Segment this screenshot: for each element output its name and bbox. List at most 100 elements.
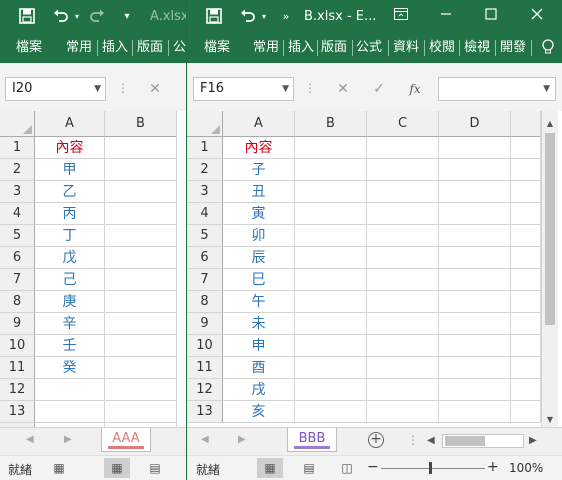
column-header[interactable]: B	[105, 111, 177, 137]
cell[interactable]	[367, 379, 439, 401]
column-header[interactable]	[511, 111, 541, 137]
select-all-corner[interactable]	[0, 111, 35, 137]
row-header[interactable]: 9	[187, 313, 223, 335]
tab-view[interactable]: 檢視	[464, 39, 490, 57]
chevron-down-icon[interactable]: ▾	[72, 8, 82, 26]
cell[interactable]: 內容	[35, 137, 105, 159]
cell[interactable]: 酉	[223, 357, 295, 379]
row-header[interactable]: 6	[0, 247, 35, 269]
row-header[interactable]: 1	[187, 137, 223, 159]
cell[interactable]	[439, 379, 511, 401]
row-header[interactable]: 3	[0, 181, 35, 203]
cell[interactable]: 丁	[35, 225, 105, 247]
close-icon[interactable]	[526, 8, 548, 26]
cell[interactable]	[105, 225, 177, 247]
cell[interactable]	[367, 357, 439, 379]
cell[interactable]	[105, 291, 177, 313]
row-header[interactable]: 10	[187, 335, 223, 357]
cell[interactable]: 卯	[223, 225, 295, 247]
cell[interactable]: 丑	[223, 181, 295, 203]
row-header[interactable]: 13	[187, 401, 223, 423]
save-icon[interactable]	[16, 8, 38, 26]
macro-record-icon[interactable]: ▦	[46, 458, 72, 478]
cell[interactable]	[295, 181, 367, 203]
cell[interactable]: 癸	[35, 357, 105, 379]
cell[interactable]	[105, 159, 177, 181]
cell[interactable]	[105, 401, 177, 423]
cell[interactable]	[511, 181, 541, 203]
tab-formulas[interactable]: 公式	[356, 39, 382, 57]
sheet-prev-icon[interactable]: ◀	[201, 434, 209, 445]
undo-icon[interactable]	[50, 8, 72, 26]
cell[interactable]: 內容	[223, 137, 295, 159]
cell[interactable]	[367, 225, 439, 247]
cell[interactable]: 庚	[35, 291, 105, 313]
tab-home[interactable]: 常用	[253, 39, 279, 57]
cell[interactable]	[511, 203, 541, 225]
cell[interactable]	[295, 291, 367, 313]
chevron-down-icon[interactable]: ▾	[259, 8, 269, 26]
column-header[interactable]: D	[439, 111, 511, 137]
cell[interactable]	[511, 225, 541, 247]
cell[interactable]	[295, 247, 367, 269]
cell[interactable]	[295, 379, 367, 401]
horizontal-scrollbar[interactable]	[442, 434, 524, 448]
cell[interactable]	[105, 203, 177, 225]
cell[interactable]	[105, 357, 177, 379]
cell[interactable]	[367, 181, 439, 203]
scroll-thumb[interactable]	[545, 133, 555, 325]
add-sheet-icon[interactable]: +	[368, 432, 384, 448]
cell[interactable]	[295, 313, 367, 335]
cell[interactable]	[35, 379, 105, 401]
cell[interactable]	[367, 291, 439, 313]
scroll-down-icon[interactable]: ▼	[542, 413, 558, 427]
cell[interactable]	[105, 137, 177, 159]
row-header[interactable]: 5	[187, 225, 223, 247]
cell[interactable]	[105, 313, 177, 335]
normal-view-icon[interactable]: ▦	[257, 458, 283, 478]
column-header[interactable]: B	[295, 111, 367, 137]
column-header[interactable]: A	[223, 111, 295, 137]
page-layout-view-icon[interactable]: ▤	[142, 458, 168, 478]
cell[interactable]	[439, 401, 511, 423]
cell[interactable]	[511, 335, 541, 357]
row-header[interactable]: 2	[0, 159, 35, 181]
cell[interactable]	[511, 313, 541, 335]
minimize-icon[interactable]	[435, 8, 457, 26]
cell[interactable]: 申	[223, 335, 295, 357]
cell[interactable]: 己	[35, 269, 105, 291]
cell[interactable]	[439, 313, 511, 335]
tab-page-layout[interactable]: 版面	[321, 39, 347, 57]
cell[interactable]	[105, 181, 177, 203]
tab-file[interactable]: 檔案	[204, 39, 230, 57]
page-break-view-icon[interactable]: ◫	[334, 458, 360, 478]
row-header[interactable]: 8	[187, 291, 223, 313]
cell[interactable]	[35, 401, 105, 423]
cell[interactable]: 壬	[35, 335, 105, 357]
cell[interactable]	[105, 379, 177, 401]
cell[interactable]	[367, 335, 439, 357]
row-header[interactable]: 9	[0, 313, 35, 335]
zoom-slider-thumb[interactable]	[429, 462, 432, 474]
row-header[interactable]: 7	[0, 269, 35, 291]
row-header[interactable]: 11	[0, 357, 35, 379]
scroll-up-icon[interactable]: ▲	[542, 117, 558, 131]
cell[interactable]	[439, 203, 511, 225]
cell[interactable]	[439, 357, 511, 379]
cell[interactable]	[511, 401, 541, 423]
zoom-in-icon[interactable]: +	[487, 459, 499, 475]
cell[interactable]	[439, 247, 511, 269]
hscroll-left-icon[interactable]: ◀	[427, 435, 435, 446]
cell[interactable]: 未	[223, 313, 295, 335]
row-header[interactable]: 6	[187, 247, 223, 269]
more-commands-icon[interactable]: »	[279, 8, 293, 26]
drag-handle-icon[interactable]: ⋮	[117, 81, 129, 95]
cell[interactable]	[367, 137, 439, 159]
cell[interactable]	[295, 159, 367, 181]
zoom-slider[interactable]	[381, 468, 485, 469]
row-header[interactable]: 3	[187, 181, 223, 203]
row-header[interactable]: 10	[0, 335, 35, 357]
maximize-icon[interactable]	[480, 8, 502, 26]
cell[interactable]	[367, 313, 439, 335]
name-box[interactable]: I20 ▼	[5, 77, 106, 101]
